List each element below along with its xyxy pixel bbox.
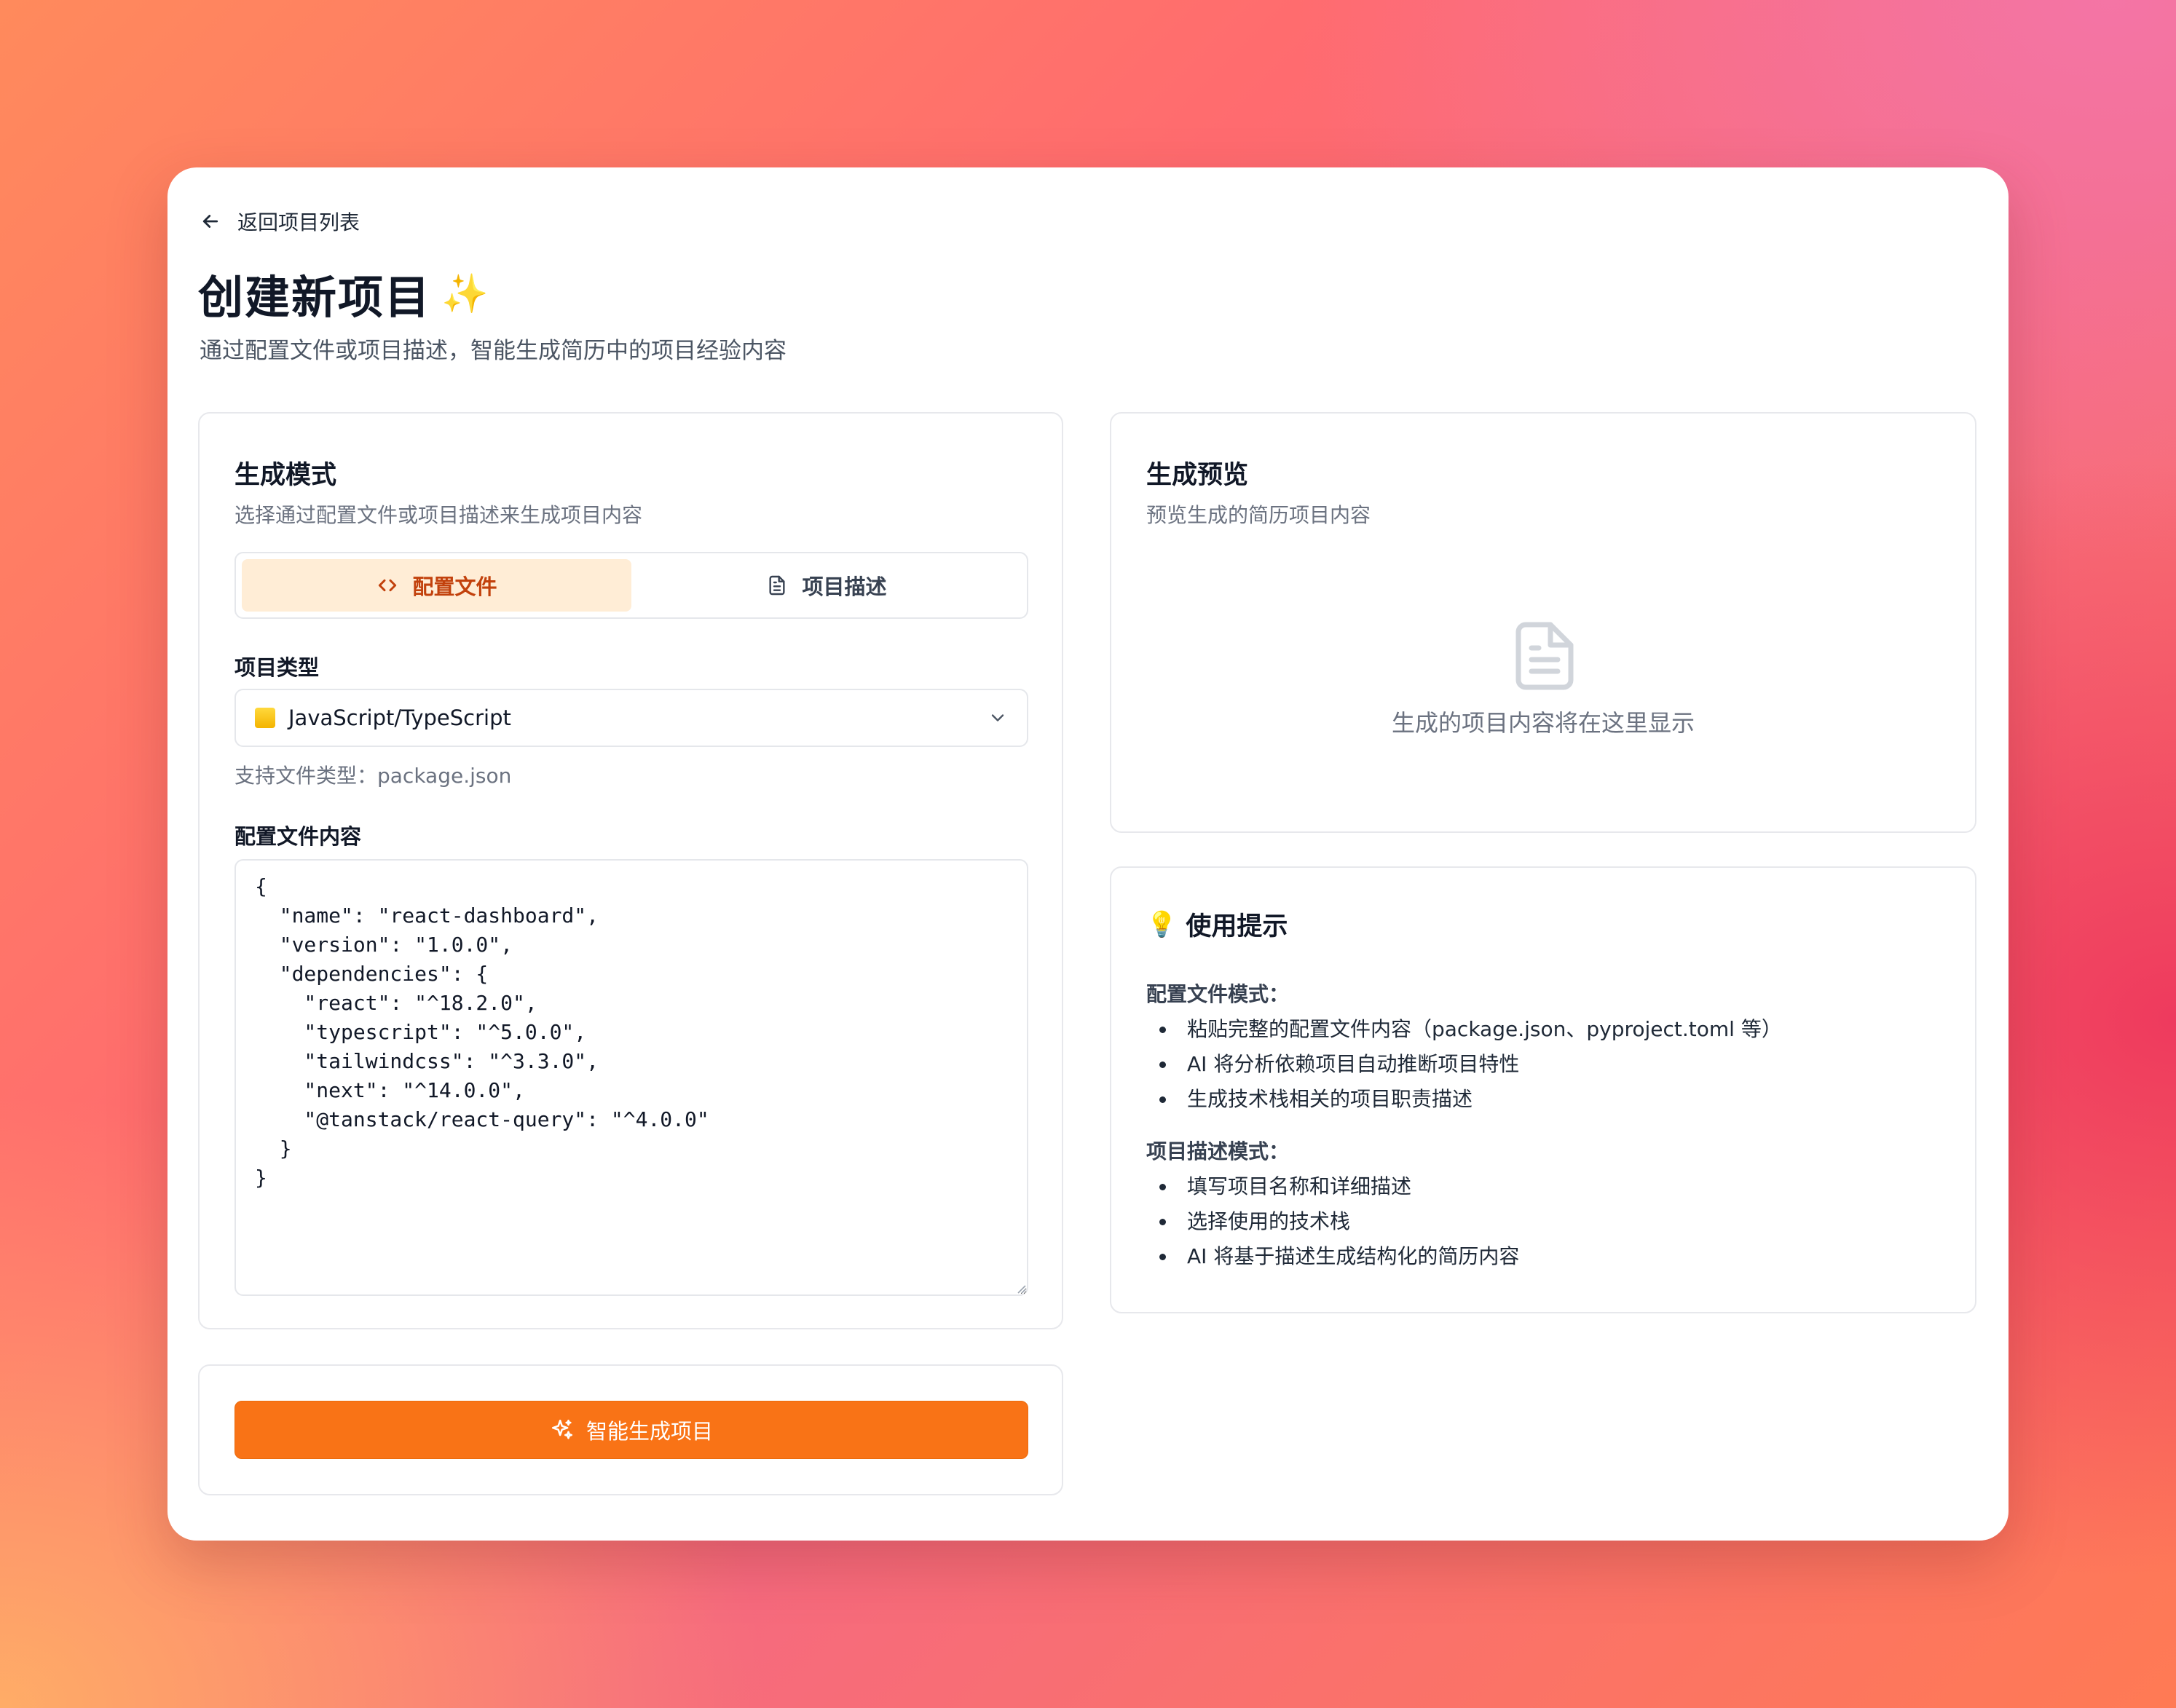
sparkle-icon bbox=[551, 1419, 573, 1439]
generate-project-button[interactable]: 智能生成项目 bbox=[234, 1401, 1028, 1459]
list-item: AI 将基于描述生成结构化的简历内容 bbox=[1146, 1239, 1519, 1274]
arrow-left-icon bbox=[202, 215, 218, 228]
lightbulb-icon: 💡 bbox=[1146, 909, 1178, 939]
project-type-select[interactable]: JavaScript/TypeScript bbox=[234, 689, 1028, 747]
preview-card-description: 预览生成的简历项目内容 bbox=[1146, 503, 1371, 527]
mode-card-title: 生成模式 bbox=[234, 461, 337, 490]
list-item: AI 将分析依赖项目自动推断项目特性 bbox=[1146, 1047, 1782, 1082]
config-mode-heading: 配置文件模式： bbox=[1146, 982, 1290, 1006]
config-content-label: 配置文件内容 bbox=[234, 824, 362, 849]
generate-button-label: 智能生成项目 bbox=[586, 1419, 713, 1444]
project-type-value: JavaScript/TypeScript bbox=[288, 705, 511, 730]
generation-preview-card: 生成预览 预览生成的简历项目内容 生成的项目内容将在这里显示 bbox=[1110, 412, 1976, 833]
document-placeholder-icon bbox=[1515, 622, 1574, 690]
generate-action-card: 智能生成项目 bbox=[198, 1364, 1063, 1495]
supported-files-hint: 支持文件类型：package.json bbox=[234, 764, 512, 788]
tips-card-title-text: 使用提示 bbox=[1186, 912, 1288, 941]
preview-card-title: 生成预览 bbox=[1146, 461, 1249, 490]
mode-tabs: 配置文件 项目描述 bbox=[234, 552, 1028, 619]
tab-config-file-label: 配置文件 bbox=[412, 574, 497, 599]
tab-project-description[interactable]: 项目描述 bbox=[631, 559, 1021, 612]
sparkles-icon: ✨ bbox=[441, 272, 490, 316]
resize-handle-icon[interactable] bbox=[1014, 1281, 1027, 1294]
list-item: 粘贴完整的配置文件内容（package.json、pyproject.toml … bbox=[1146, 1012, 1782, 1047]
config-content-textarea[interactable]: { "name": "react-dashboard", "version": … bbox=[234, 859, 1028, 1296]
chevron-down-icon bbox=[991, 714, 1004, 721]
list-item: 选择使用的技术栈 bbox=[1146, 1204, 1519, 1239]
list-item: 生成技术栈相关的项目职责描述 bbox=[1146, 1082, 1782, 1117]
generation-mode-card: 生成模式 选择通过配置文件或项目描述来生成项目内容 配置文件 项目描述 项目类型… bbox=[198, 412, 1063, 1329]
code-icon bbox=[379, 579, 397, 592]
list-item: 填写项目名称和详细描述 bbox=[1146, 1169, 1519, 1204]
mode-card-description: 选择通过配置文件或项目描述来生成项目内容 bbox=[234, 503, 643, 527]
desc-mode-tips: 填写项目名称和详细描述 选择使用的技术栈 AI 将基于描述生成结构化的简历内容 bbox=[1146, 1169, 1519, 1274]
project-type-label: 项目类型 bbox=[234, 655, 320, 680]
config-mode-tips: 粘贴完整的配置文件内容（package.json、pyproject.toml … bbox=[1146, 1012, 1782, 1117]
document-icon bbox=[769, 575, 786, 596]
page-title-text: 创建新项目 bbox=[198, 271, 432, 324]
tab-config-file[interactable]: 配置文件 bbox=[242, 559, 631, 612]
back-to-projects-link[interactable]: 返回项目列表 bbox=[200, 204, 360, 239]
tab-project-description-label: 项目描述 bbox=[802, 574, 887, 599]
javascript-color-icon bbox=[255, 708, 275, 728]
preview-empty-text: 生成的项目内容将在这里显示 bbox=[1391, 709, 1695, 737]
desc-mode-heading: 项目描述模式： bbox=[1146, 1139, 1290, 1163]
tips-card-title: 💡 使用提示 bbox=[1146, 906, 1288, 943]
page-title: 创建新项目 ✨ bbox=[198, 261, 490, 326]
page-subtitle: 通过配置文件或项目描述，智能生成简历中的项目经验内容 bbox=[200, 338, 787, 364]
usage-tips-card: 💡 使用提示 配置文件模式： 粘贴完整的配置文件内容（package.json、… bbox=[1110, 866, 1976, 1313]
main-window: 返回项目列表 创建新项目 ✨ 通过配置文件或项目描述，智能生成简历中的项目经验内… bbox=[167, 167, 2009, 1541]
back-link-label: 返回项目列表 bbox=[237, 210, 360, 234]
